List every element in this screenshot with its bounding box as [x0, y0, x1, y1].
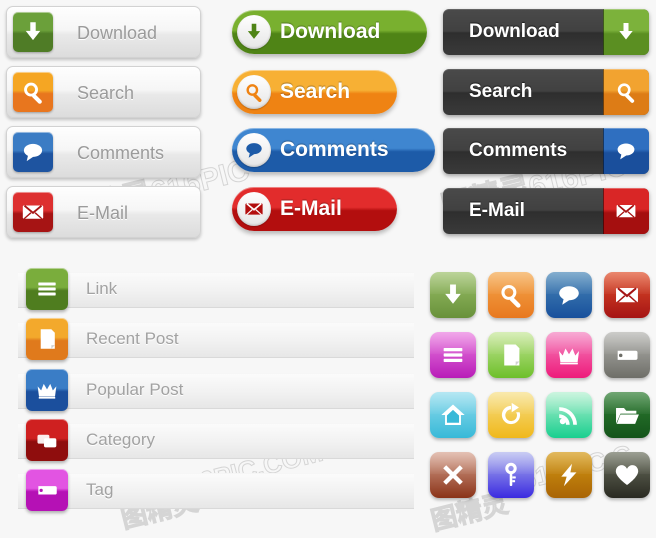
light-button-e-mail[interactable]: E-Mail [6, 186, 201, 238]
crown-icon[interactable] [546, 332, 592, 378]
list-item-label: Recent Post [86, 329, 179, 348]
light-button-search[interactable]: Search [6, 66, 201, 118]
close-x-icon[interactable] [430, 452, 476, 498]
dark-button-label: Download [469, 21, 560, 42]
pill-button-search[interactable]: Search [232, 70, 397, 114]
list-item-bar [18, 322, 414, 358]
list-item-label: Category [86, 430, 155, 449]
list-item-popular-post[interactable]: Popular Post [0, 369, 414, 411]
folder-open-icon[interactable] [604, 392, 650, 438]
envelope-icon[interactable] [603, 188, 649, 234]
icon-grid [430, 272, 656, 510]
home-icon[interactable] [430, 392, 476, 438]
stacked-cards-icon [26, 419, 68, 461]
list-item-bar [18, 473, 414, 509]
search-magnifier-icon[interactable] [603, 69, 649, 115]
list-item-recent-post[interactable]: Recent Post [0, 318, 414, 360]
dark-button-comments[interactable]: Comments [443, 128, 649, 174]
light-button-label: E-Mail [77, 202, 129, 223]
document-page-icon [26, 318, 68, 360]
refresh-icon[interactable] [488, 392, 534, 438]
pill-button-label: Download [280, 20, 381, 43]
list-item-bar [18, 373, 414, 409]
dark-button-label: Comments [469, 140, 568, 161]
heart-icon[interactable] [604, 452, 650, 498]
list-item-bar [18, 423, 414, 459]
download-arrow-icon[interactable] [603, 9, 649, 55]
envelope-icon [237, 192, 271, 226]
envelope-icon[interactable] [604, 272, 650, 318]
price-tag-icon [26, 469, 68, 511]
light-button-label: Download [77, 22, 158, 43]
pill-button-label: E-Mail [280, 197, 342, 220]
light-button-comments[interactable]: Comments [6, 126, 201, 178]
dark-button-e-mail[interactable]: E-Mail [443, 188, 649, 234]
pill-button-download[interactable]: Download [232, 10, 427, 54]
key-icon[interactable] [488, 452, 534, 498]
pill-button-e-mail[interactable]: E-Mail [232, 187, 397, 231]
button-set-canvas: 图精灵616PIC图精灵616PIC616PIC.COM图精灵616PIC.C图… [0, 0, 656, 537]
comment-bubble-icon [13, 132, 53, 172]
list-item-category[interactable]: Category [0, 419, 414, 461]
search-magnifier-icon [13, 72, 53, 112]
price-tag-icon[interactable] [604, 332, 650, 378]
pill-button-label: Search [280, 80, 351, 103]
dark-button-label: Search [469, 81, 533, 102]
dark-button-search[interactable]: Search [443, 69, 649, 115]
crown-icon [26, 369, 68, 411]
pill-button-comments[interactable]: Comments [232, 128, 435, 172]
light-button-label: Comments [77, 142, 165, 163]
lightning-bolt-icon[interactable] [546, 452, 592, 498]
light-button-download[interactable]: Download [6, 6, 201, 58]
light-button-label: Search [77, 82, 135, 103]
search-magnifier-icon[interactable] [488, 272, 534, 318]
rss-feed-icon[interactable] [546, 392, 592, 438]
comment-bubble-icon[interactable] [546, 272, 592, 318]
download-arrow-icon [237, 15, 271, 49]
list-lines-icon[interactable] [430, 332, 476, 378]
download-arrow-icon[interactable] [430, 272, 476, 318]
list-item-link[interactable]: Link [0, 268, 414, 310]
list-lines-icon [26, 268, 68, 310]
document-page-icon[interactable] [488, 332, 534, 378]
pill-button-label: Comments [280, 138, 389, 161]
list-item-bar [18, 272, 414, 308]
list-item-tag[interactable]: Tag [0, 469, 414, 511]
list-item-label: Tag [86, 480, 114, 499]
comment-bubble-icon [237, 133, 271, 167]
dark-button-label: E-Mail [469, 200, 525, 221]
download-arrow-icon [13, 12, 53, 52]
search-magnifier-icon [237, 75, 271, 109]
list-item-label: Link [86, 279, 118, 298]
list-item-label: Popular Post [86, 380, 184, 399]
envelope-icon [13, 192, 53, 232]
comment-bubble-icon[interactable] [603, 128, 649, 174]
dark-button-download[interactable]: Download [443, 9, 649, 55]
